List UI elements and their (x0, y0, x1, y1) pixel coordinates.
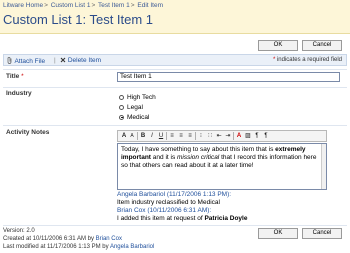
item-toolbar: Attach File | Delete Item * indicates a … (3, 54, 347, 66)
breadcrumb-home[interactable]: Litware Home (3, 2, 43, 9)
font-size-icon[interactable]: A (120, 132, 128, 140)
paperclip-icon (7, 56, 12, 64)
underline-icon[interactable]: U (157, 132, 165, 140)
delete-item-button[interactable]: Delete Item (60, 57, 101, 64)
editor-scrollbar[interactable] (321, 144, 326, 189)
bullet-list-icon[interactable]: ∷ (206, 132, 214, 140)
breadcrumb-item[interactable]: Test Item 1 (98, 2, 130, 9)
modified-info: Last modified at 11/17/2006 1:13 PM by A… (3, 244, 155, 250)
breadcrumb-current: Edit Item (137, 2, 164, 9)
rtl-direction-icon[interactable]: ¶ (262, 132, 270, 140)
ltr-direction-icon[interactable]: ¶ (253, 132, 261, 140)
page-title: Custom List 1: Test Item 1 (3, 12, 154, 27)
industry-option-high-tech[interactable]: High Tech (119, 94, 156, 101)
version-info: Version: 2.0 (3, 228, 35, 234)
divider (3, 87, 347, 88)
created-info: Created at 10/11/2006 6:31 AM by Brian C… (3, 236, 122, 242)
industry-option-medical[interactable]: Medical (119, 114, 149, 121)
radio-icon (119, 94, 124, 100)
italic-icon[interactable]: I (148, 132, 156, 140)
align-right-icon[interactable]: ≡ (186, 132, 194, 140)
industry-label: Industry (6, 90, 32, 97)
numbered-list-icon[interactable]: ⁝ (197, 132, 205, 140)
history-text-2: I added this item at request of Patricia… (117, 215, 248, 222)
industry-option-legal[interactable]: Legal (119, 104, 143, 111)
divider (3, 225, 347, 226)
divider (3, 125, 347, 126)
rich-text-toolbar: A A B I U ≡ ≡ ≡ ⁝ ∷ ⇤ ⇥ A ▨ ¶ ¶ (117, 130, 327, 142)
history-author[interactable]: Brian Cox (117, 207, 146, 214)
align-left-icon[interactable]: ≡ (168, 132, 176, 140)
breadcrumb: Litware Home> Custom List 1> Test Item 1… (3, 2, 164, 9)
history-text-1: Item industry reclassified to Medical (117, 199, 220, 206)
history-entry-1: Angela Barbariol (11/17/2006 1:13 PM): (117, 191, 232, 198)
cancel-button-bottom[interactable]: Cancel (302, 228, 342, 239)
font-shrink-icon[interactable]: A (128, 132, 136, 140)
delete-item-label: Delete Item (67, 57, 102, 64)
ok-button-bottom[interactable]: OK (258, 228, 298, 239)
ok-button-top[interactable]: OK (258, 40, 298, 51)
required-note: * indicates a required field (272, 57, 342, 63)
radio-selected-icon (119, 114, 124, 120)
title-input[interactable]: Test Item 1 (117, 72, 340, 82)
history-author[interactable]: Angela Barbariol (117, 191, 165, 198)
history-entry-2: Brian Cox (10/11/2006 6:31 AM): (117, 207, 212, 214)
activity-notes-label: Activity Notes (6, 129, 50, 136)
cancel-button-top[interactable]: Cancel (302, 40, 342, 51)
align-center-icon[interactable]: ≡ (177, 132, 185, 140)
divider (3, 69, 347, 70)
modified-by-link[interactable]: Angela Barbariol (110, 244, 154, 250)
indent-icon[interactable]: ⇥ (224, 132, 232, 140)
x-icon (60, 57, 66, 63)
attach-file-button[interactable]: Attach File (7, 56, 46, 65)
activity-notes-editor[interactable]: Today, I have something to say about thi… (117, 143, 327, 190)
bold-icon[interactable]: B (139, 132, 147, 140)
title-label: Title * (6, 73, 24, 80)
radio-icon (119, 104, 124, 110)
attach-file-label: Attach File (14, 58, 46, 65)
text-color-icon[interactable]: A (235, 132, 243, 140)
created-by-link[interactable]: Brian Cox (96, 236, 122, 242)
breadcrumb-list[interactable]: Custom List 1 (51, 2, 91, 9)
outdent-icon[interactable]: ⇤ (215, 132, 223, 140)
highlight-color-icon[interactable]: ▨ (244, 132, 252, 140)
